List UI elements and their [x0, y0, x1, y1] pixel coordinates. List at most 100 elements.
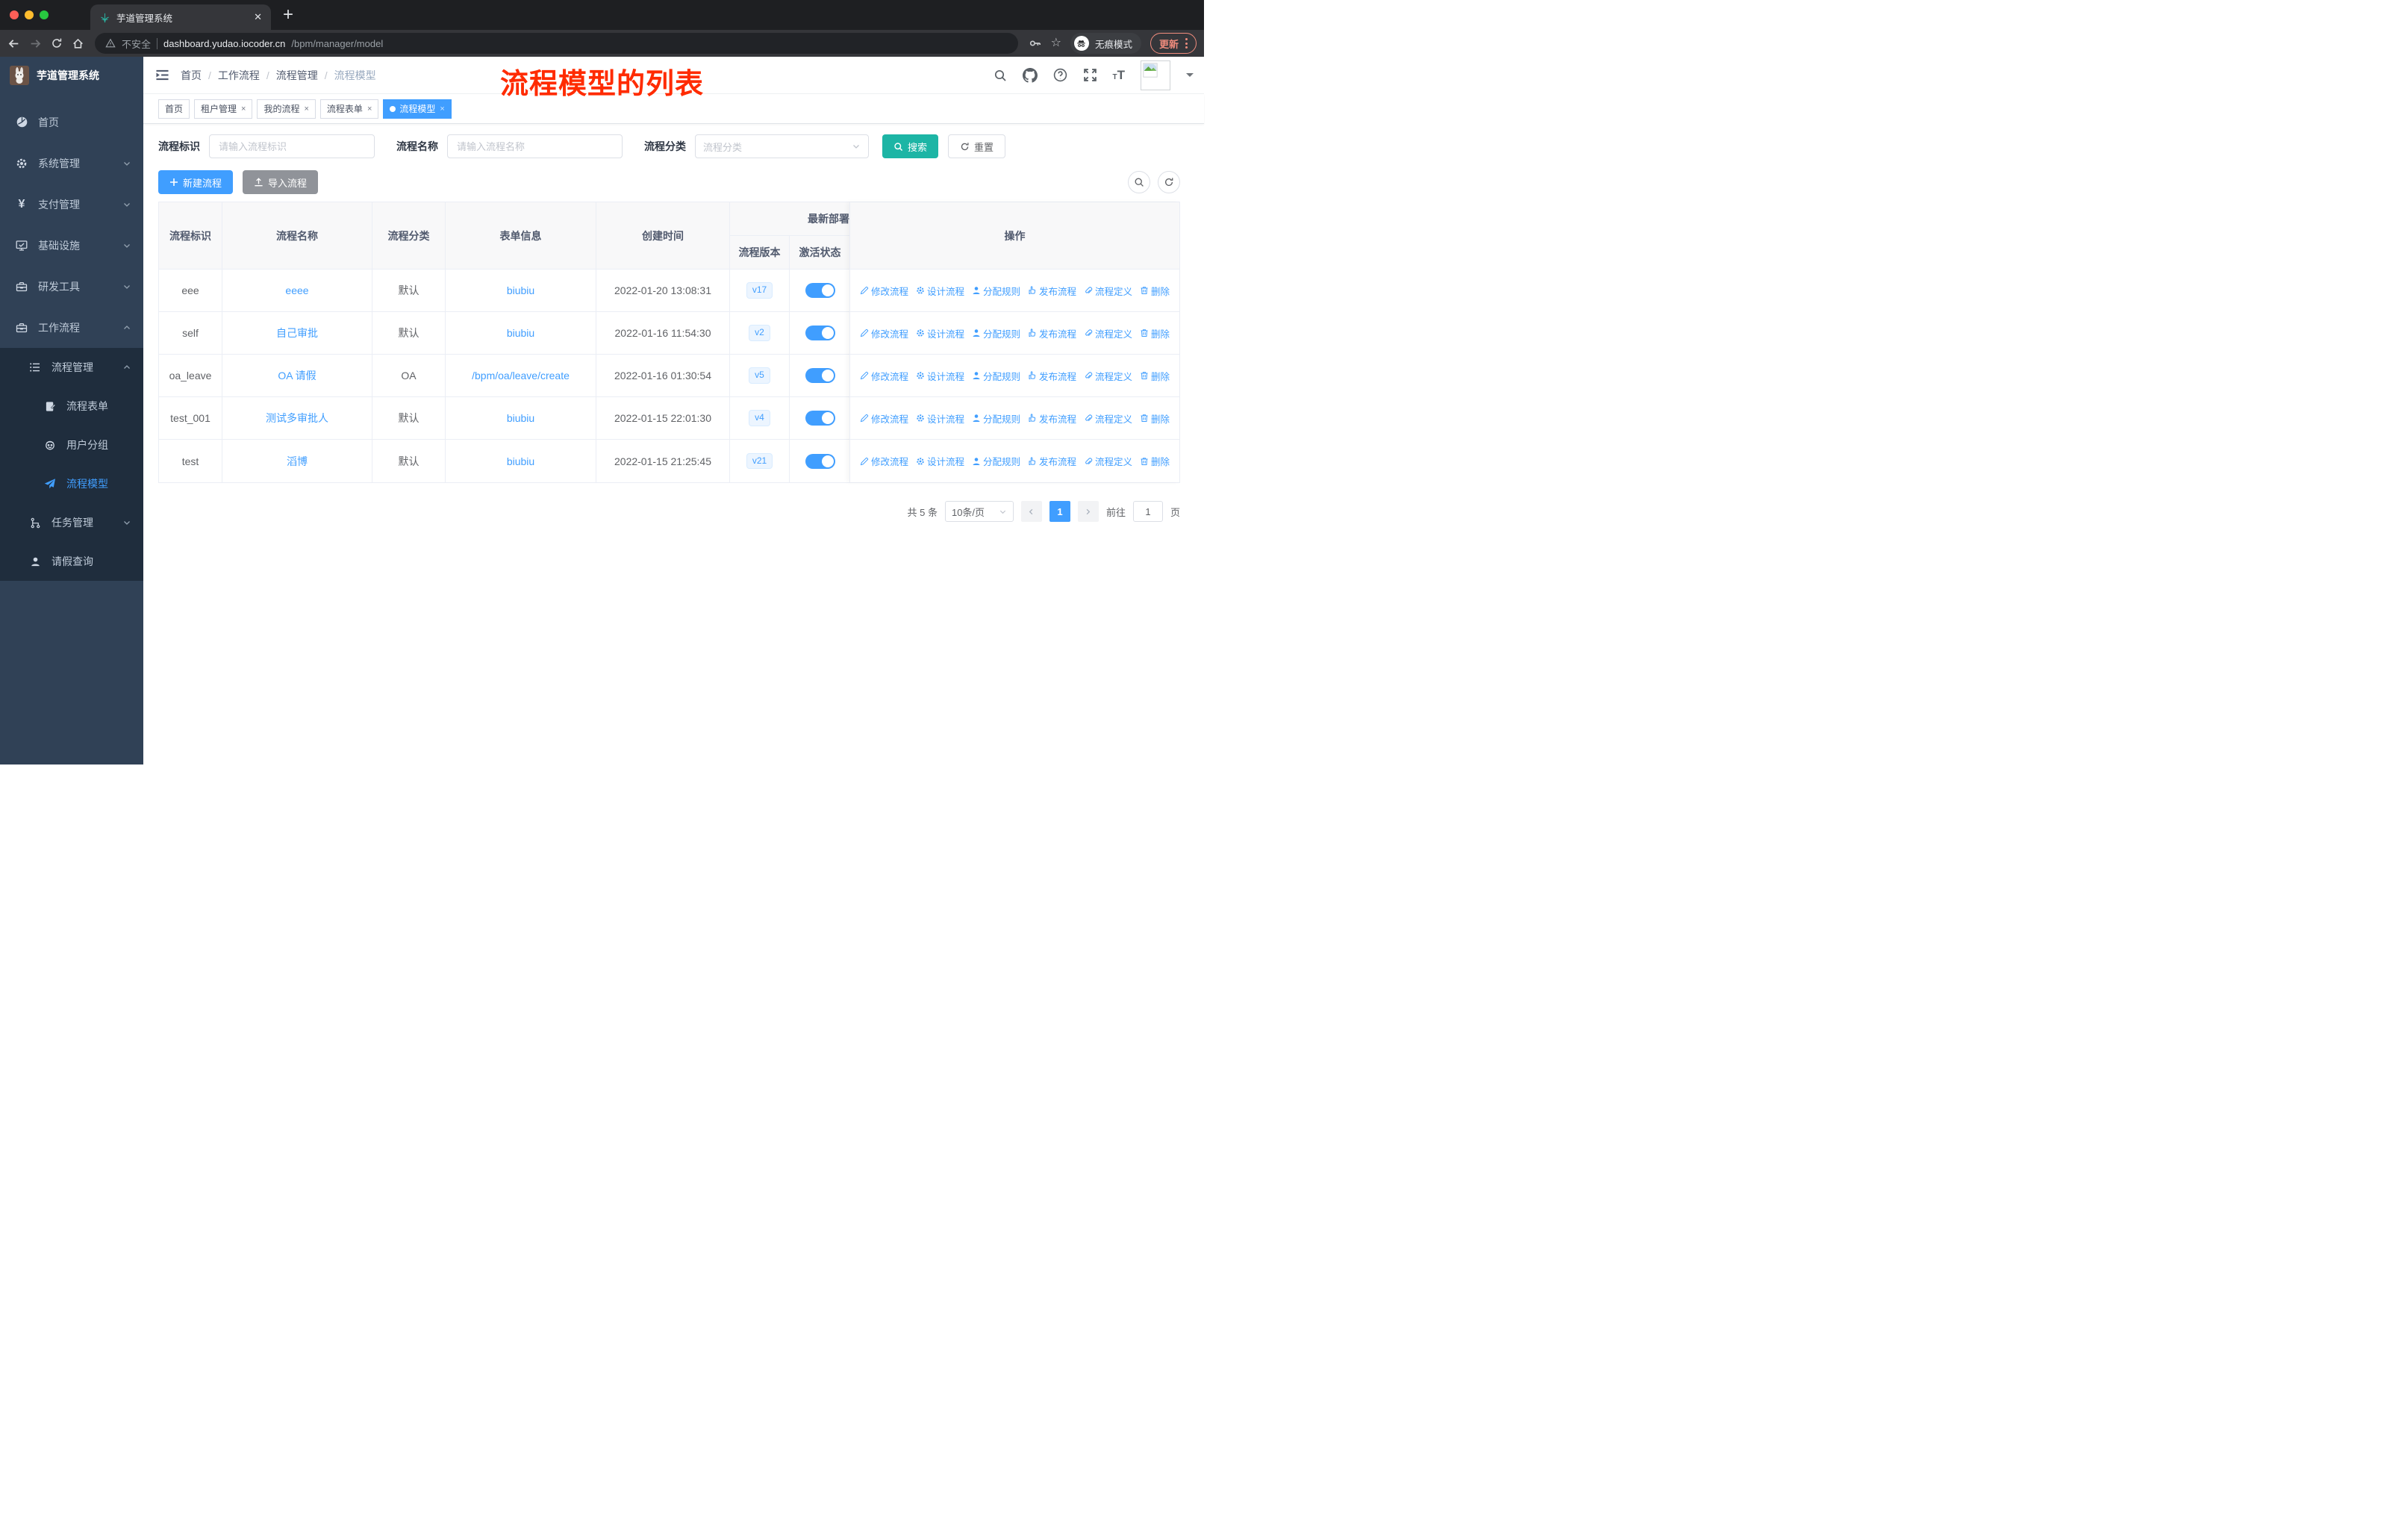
- forward-icon[interactable]: [29, 37, 42, 50]
- browser-menu-icon[interactable]: [1185, 38, 1188, 49]
- breadcrumb-workflow[interactable]: 工作流程: [218, 68, 260, 83]
- tag-home[interactable]: 首页: [158, 99, 190, 119]
- active-toggle[interactable]: [805, 326, 835, 340]
- form-info-link[interactable]: biubiu: [507, 284, 534, 296]
- version-badge[interactable]: v4: [749, 410, 770, 426]
- process-name-link[interactable]: eeee: [285, 284, 308, 296]
- show-search-button[interactable]: [1128, 171, 1150, 193]
- tag-tenant[interactable]: 租户管理 ×: [194, 99, 253, 119]
- process-definition-link[interactable]: 流程定义: [1084, 411, 1132, 426]
- publish-process-link[interactable]: 发布流程: [1028, 411, 1076, 426]
- form-info-link[interactable]: biubiu: [507, 327, 534, 339]
- minimize-window-button[interactable]: [25, 10, 34, 19]
- delete-process-link[interactable]: 删除: [1140, 369, 1170, 383]
- process-definition-link[interactable]: 流程定义: [1084, 326, 1132, 340]
- process-definition-link[interactable]: 流程定义: [1084, 454, 1132, 468]
- edit-process-link[interactable]: 修改流程: [860, 326, 908, 340]
- version-badge[interactable]: v21: [746, 452, 773, 470]
- tag-process-form[interactable]: 流程表单 ×: [319, 99, 379, 119]
- sidebar-collapse-icon[interactable]: [155, 69, 169, 81]
- publish-process-link[interactable]: 发布流程: [1028, 369, 1076, 383]
- tag-process-model[interactable]: 流程模型 ×: [383, 99, 452, 119]
- sidebar-item-system[interactable]: 系统管理: [0, 143, 143, 184]
- version-badge[interactable]: v5: [749, 367, 770, 384]
- assign-rule-link[interactable]: 分配规则: [972, 411, 1020, 426]
- process-definition-link[interactable]: 流程定义: [1084, 284, 1132, 298]
- avatar[interactable]: [1141, 60, 1170, 90]
- assign-rule-link[interactable]: 分配规则: [972, 369, 1020, 383]
- active-toggle[interactable]: [805, 453, 835, 469]
- new-tab-button[interactable]: +: [283, 6, 293, 24]
- delete-process-link[interactable]: 删除: [1140, 411, 1170, 426]
- search-button[interactable]: 搜索: [882, 134, 939, 158]
- edit-process-link[interactable]: 修改流程: [860, 369, 908, 383]
- form-info-link[interactable]: biubiu: [507, 455, 534, 467]
- avatar-caret-icon[interactable]: [1186, 73, 1194, 81]
- help-icon[interactable]: [1053, 68, 1067, 82]
- goto-page-input[interactable]: [1132, 501, 1163, 522]
- sidebar-item-infra[interactable]: 基础设施: [0, 225, 143, 266]
- process-name-link[interactable]: 滔博: [287, 454, 308, 469]
- sidebar-item-workflow[interactable]: 工作流程: [0, 307, 143, 348]
- browser-update-button[interactable]: 更新: [1150, 33, 1197, 54]
- tab-close-icon[interactable]: ✕: [254, 11, 262, 23]
- reset-button[interactable]: 重置: [948, 134, 1006, 158]
- process-name-link[interactable]: 测试多审批人: [266, 411, 328, 426]
- close-window-button[interactable]: [10, 10, 19, 19]
- import-process-button[interactable]: 导入流程: [243, 170, 319, 194]
- process-category-select[interactable]: 流程分类: [695, 134, 869, 158]
- process-name-link[interactable]: 自己审批: [276, 326, 318, 340]
- delete-process-link[interactable]: 删除: [1140, 284, 1170, 298]
- fullscreen-icon[interactable]: [1083, 68, 1097, 82]
- page-size-select[interactable]: 10条/页: [944, 501, 1014, 522]
- reload-icon[interactable]: [51, 37, 63, 49]
- create-process-button[interactable]: 新建流程: [158, 170, 234, 194]
- url-bar[interactable]: 不安全 dashboard.yudao.iocoder.cn/bpm/manag…: [95, 33, 1018, 54]
- search-icon[interactable]: [994, 69, 1007, 82]
- sidebar-item-process-form[interactable]: 流程表单: [0, 387, 143, 426]
- bookmark-star-icon[interactable]: ☆: [1051, 37, 1061, 49]
- version-badge[interactable]: v17: [746, 282, 773, 299]
- sidebar-item-user-group[interactable]: 用户分组: [0, 426, 143, 464]
- assign-rule-link[interactable]: 分配规则: [972, 284, 1020, 298]
- design-process-link[interactable]: 设计流程: [916, 454, 964, 468]
- delete-process-link[interactable]: 删除: [1140, 326, 1170, 340]
- tag-my-process[interactable]: 我的流程 ×: [257, 99, 316, 119]
- back-icon[interactable]: [7, 37, 20, 50]
- edit-process-link[interactable]: 修改流程: [860, 454, 908, 468]
- sidebar-item-process-model[interactable]: 流程模型: [0, 464, 143, 503]
- close-icon[interactable]: ×: [241, 105, 246, 113]
- close-icon[interactable]: ×: [304, 105, 308, 113]
- close-icon[interactable]: ×: [440, 105, 444, 113]
- sidebar-item-leave-query[interactable]: 请假查询: [0, 542, 143, 581]
- edit-process-link[interactable]: 修改流程: [860, 284, 908, 298]
- process-definition-link[interactable]: 流程定义: [1084, 369, 1132, 383]
- sidebar-item-devtools[interactable]: 研发工具: [0, 266, 143, 307]
- sidebar-item-task-mgmt[interactable]: 任务管理: [0, 503, 143, 542]
- password-key-icon[interactable]: [1029, 37, 1042, 50]
- prev-page-button[interactable]: [1020, 501, 1042, 522]
- publish-process-link[interactable]: 发布流程: [1028, 454, 1076, 468]
- close-icon[interactable]: ×: [367, 105, 372, 113]
- breadcrumb-home[interactable]: 首页: [181, 68, 202, 83]
- github-icon[interactable]: [1022, 67, 1038, 83]
- sidebar-item-process-mgmt[interactable]: 流程管理: [0, 348, 143, 387]
- next-page-button[interactable]: [1077, 501, 1099, 522]
- design-process-link[interactable]: 设计流程: [916, 284, 964, 298]
- browser-tab[interactable]: 芋道管理系统 ✕: [90, 4, 271, 30]
- active-toggle[interactable]: [805, 283, 835, 298]
- security-label[interactable]: 不安全: [122, 37, 151, 51]
- breadcrumb-process-mgmt[interactable]: 流程管理: [276, 68, 318, 83]
- assign-rule-link[interactable]: 分配规则: [972, 326, 1020, 340]
- active-toggle[interactable]: [805, 368, 835, 383]
- edit-process-link[interactable]: 修改流程: [860, 411, 908, 426]
- process-name-link[interactable]: OA 请假: [278, 368, 316, 383]
- active-toggle[interactable]: [805, 411, 835, 426]
- zoom-window-button[interactable]: [40, 10, 49, 19]
- version-badge[interactable]: v2: [749, 325, 770, 341]
- assign-rule-link[interactable]: 分配规则: [972, 454, 1020, 468]
- font-size-icon[interactable]: TT: [1113, 69, 1126, 81]
- design-process-link[interactable]: 设计流程: [916, 411, 964, 426]
- sidebar-item-payment[interactable]: ¥ 支付管理: [0, 184, 143, 225]
- process-name-input[interactable]: [447, 134, 623, 158]
